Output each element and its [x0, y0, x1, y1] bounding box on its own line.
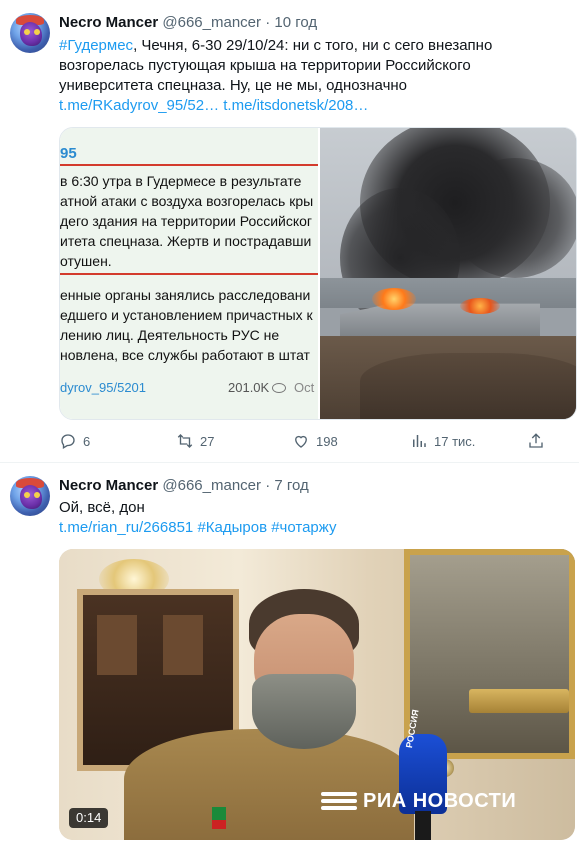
tweet-actions: 6 27 198 17 тис.	[59, 432, 575, 452]
tg-line: отушен.	[60, 253, 112, 269]
telegram-link-2[interactable]: t.me/itsdonetsk/208…	[223, 97, 368, 114]
hashtag-link[interactable]: #Кадыров	[197, 519, 267, 536]
telegram-screenshot[interactable]: 95 в 6:30 утра в Гудермесе в результате …	[60, 128, 318, 419]
separator: ·	[265, 477, 271, 494]
tweet-header: Necro Mancer @666_mancer · 10 год	[59, 13, 317, 33]
author-handle[interactable]: @666_mancer	[162, 14, 261, 31]
tg-line: едшего и установлением причастных к	[60, 307, 313, 323]
hashtag-link[interactable]: #Гудермес	[59, 37, 133, 54]
tweet-body: Ой, всё, дон	[59, 499, 145, 516]
flag-patch	[212, 807, 226, 829]
view-count: 17 тис.	[434, 433, 476, 449]
like-count: 198	[316, 433, 338, 449]
reply-icon	[59, 432, 77, 450]
tg-line: в 6:30 утра в Гудермесе в результате	[60, 173, 302, 189]
tweet-text: Ой, всё, дон t.me/rian_ru/266851 #Кадыро…	[59, 498, 569, 538]
tweet-1[interactable]: Necro Mancer @666_mancer · 10 год #Гудер…	[0, 0, 579, 462]
analytics-icon	[410, 432, 428, 450]
heart-icon	[292, 432, 310, 450]
tg-post-link: dyrov_95/5201	[60, 380, 147, 395]
tg-views: 201.0K	[228, 380, 270, 395]
avatar[interactable]	[10, 476, 50, 516]
tg-line: итета спецназа. Жертв и пострадавши	[60, 233, 312, 249]
watermark: РИА НОВОСТИ	[321, 788, 516, 814]
highlight-line	[60, 273, 318, 275]
video-player[interactable]: РОССИЯ РИА НОВОСТИ 0:14	[59, 549, 575, 840]
avatar[interactable]	[10, 13, 50, 53]
author-name[interactable]: Necro Mancer	[59, 14, 158, 31]
tweet-text: #Гудермес, Чечня, 6-30 29/10/24: ни с то…	[59, 36, 569, 116]
tweet-header: Necro Mancer @666_mancer · 7 год	[59, 476, 309, 496]
share-button[interactable]	[527, 432, 545, 450]
hashtag-link[interactable]: #чотаржу	[271, 519, 336, 536]
separator: ·	[265, 14, 271, 31]
telegram-link-1[interactable]: t.me/RKadyrov_95/52…	[59, 97, 219, 114]
tweet-time[interactable]: 10 год	[274, 14, 317, 31]
tg-line: новлена, все службы работают в штат	[60, 347, 310, 363]
tweet-time[interactable]: 7 год	[274, 477, 308, 494]
retweet-icon	[176, 432, 194, 450]
fire-photo[interactable]	[320, 128, 576, 419]
author-handle[interactable]: @666_mancer	[162, 477, 261, 494]
reply-count: 6	[83, 433, 91, 449]
retweet-count: 27	[200, 433, 215, 449]
tg-line: дего здания на территории Российског	[60, 213, 313, 229]
retweet-button[interactable]: 27	[176, 432, 214, 450]
ria-logo-icon	[321, 788, 357, 814]
tg-line: енные органы занялись расследовани	[60, 287, 311, 303]
reply-button[interactable]: 6	[59, 432, 90, 450]
highlight-line	[60, 164, 318, 166]
tweet-media[interactable]: 95 в 6:30 утра в Гудермесе в результате …	[59, 127, 577, 420]
watermark-text: РИА НОВОСТИ	[363, 789, 517, 812]
channel-name: 95	[60, 145, 77, 162]
tg-line: атной атаки с воздуха возгорелась кры	[60, 193, 314, 209]
tg-line: лению лиц. Деятельность РУС не	[60, 327, 280, 343]
like-button[interactable]: 198	[292, 432, 338, 450]
views-button[interactable]: 17 тис.	[410, 432, 475, 450]
author-name[interactable]: Necro Mancer	[59, 477, 158, 494]
telegram-link[interactable]: t.me/rian_ru/266851	[59, 519, 193, 536]
share-icon	[527, 432, 545, 450]
eye-icon	[272, 383, 286, 393]
tg-date: Oct	[294, 380, 315, 395]
video-duration: 0:14	[69, 808, 109, 828]
